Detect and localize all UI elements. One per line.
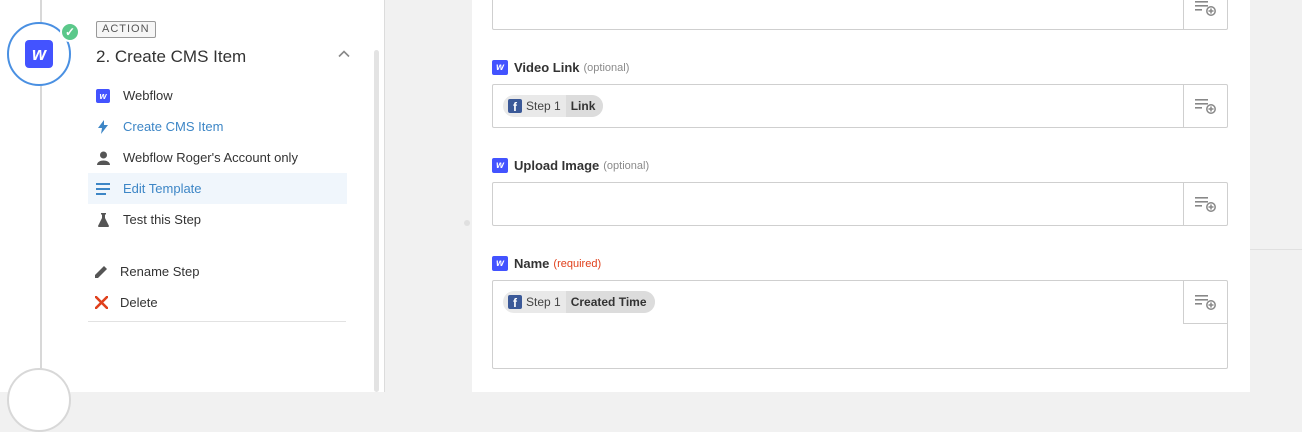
pencil-icon (94, 265, 108, 279)
insert-field-icon (1194, 1, 1216, 16)
insert-field-icon (1194, 295, 1216, 310)
menu-item-label: Test this Step (123, 212, 202, 227)
sidebar-scrollbar[interactable] (374, 50, 379, 392)
insert-data-button[interactable] (1183, 183, 1227, 225)
step-sidebar: w ✓ ACTION 2. Create CMS Item w Webflow … (0, 0, 385, 432)
insert-data-button[interactable] (1183, 0, 1227, 29)
flask-icon (96, 212, 110, 227)
step-data-pill[interactable]: f Step 1 Link (503, 95, 604, 117)
name-label: w Name (required) (492, 256, 601, 271)
menu-item-test-step[interactable]: Test this Step (88, 204, 347, 235)
insert-field-icon (1194, 197, 1216, 212)
menu-item-label: Rename Step (120, 264, 200, 279)
insert-data-button[interactable] (1183, 281, 1227, 324)
menu-item-label: Webflow Roger's Account only (123, 150, 298, 165)
delete-x-icon (94, 296, 108, 310)
bolt-icon (96, 119, 110, 134)
menu-item-edit-template[interactable]: Edit Template (88, 173, 347, 204)
chevron-up-icon[interactable] (338, 48, 350, 60)
webflow-icon: w (492, 158, 508, 173)
upload-image-input[interactable] (492, 182, 1228, 226)
step-data-pill[interactable]: f Step 1 Created Time (503, 291, 655, 313)
webflow-icon: w (492, 60, 508, 75)
menu-item-label: Edit Template (123, 181, 202, 196)
menu-item-label: Create CMS Item (123, 119, 224, 134)
menu-item-account[interactable]: Webflow Roger's Account only (88, 142, 347, 173)
facebook-icon: f (508, 295, 522, 309)
menu-item-rename-step[interactable]: Rename Step (88, 256, 347, 287)
video-link-label: w Video Link (optional) (492, 60, 629, 75)
menu-item-delete[interactable]: Delete (88, 287, 347, 318)
menu-item-label: Delete (120, 295, 158, 310)
menu-divider (88, 321, 346, 322)
webflow-logo-icon: w (25, 40, 53, 68)
step-menu: w Webflow Create CMS Item Webflow Roger'… (88, 80, 347, 318)
menu-item-create-cms-item[interactable]: Create CMS Item (88, 111, 347, 142)
action-tag: ACTION (96, 21, 156, 38)
insert-field-icon (1194, 99, 1216, 114)
canvas-dot (464, 220, 470, 226)
canvas-connector (1250, 249, 1302, 250)
menu-item-label: Webflow (123, 88, 173, 103)
name-input[interactable]: f Step 1 Created Time (492, 280, 1228, 369)
previous-field-input[interactable] (492, 0, 1228, 30)
user-icon (96, 151, 110, 165)
check-icon: ✓ (60, 22, 80, 42)
upload-image-label: w Upload Image (optional) (492, 158, 649, 173)
step-title: 2. Create CMS Item (96, 47, 247, 66)
facebook-icon: f (508, 99, 522, 113)
insert-data-button[interactable] (1183, 85, 1227, 127)
next-step-circle[interactable] (7, 368, 71, 432)
list-icon (96, 182, 110, 196)
webflow-icon: w (96, 88, 110, 103)
webflow-icon: w (492, 256, 508, 271)
video-link-input[interactable]: f Step 1 Link (492, 84, 1228, 128)
menu-item-webflow[interactable]: w Webflow (88, 80, 347, 111)
